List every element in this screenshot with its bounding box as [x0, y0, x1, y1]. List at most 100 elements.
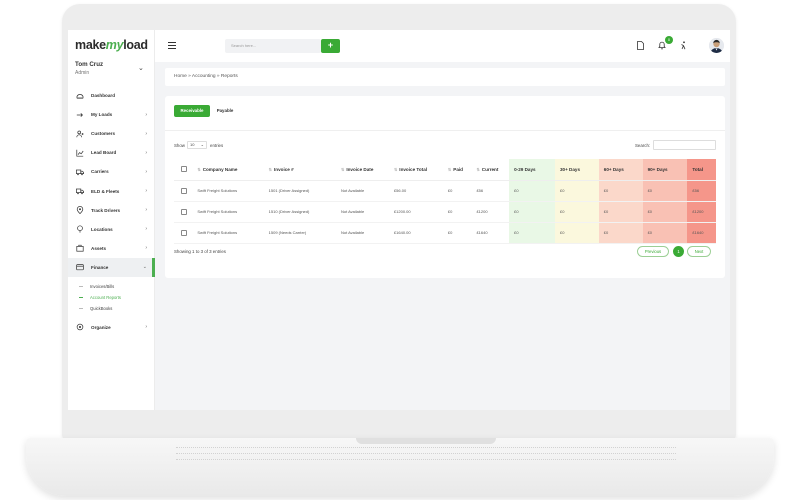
accessibility-icon[interactable]: [679, 40, 689, 51]
sidebar-item-customers[interactable]: Customers ›: [68, 124, 155, 143]
table-row[interactable]: Swift Freight Solutions 1501 (Driver Ass…: [174, 180, 716, 202]
sidebar-item-assets[interactable]: Assets ›: [68, 239, 155, 258]
page-1-button[interactable]: 1: [673, 246, 684, 257]
table-cell: £0: [509, 180, 555, 202]
row-select-cell: [174, 180, 193, 202]
sidebar-item-label: Assets: [91, 245, 107, 251]
sidebar-item-label: Carriers: [91, 169, 109, 175]
logo[interactable]: makemyload: [75, 38, 148, 52]
column-header[interactable]: ⇅ Paid: [442, 159, 472, 181]
table-cell: £0: [509, 201, 555, 223]
sidebar-item-eld-fleets[interactable]: ELD & Fleets ›: [68, 181, 155, 200]
chevron-down-icon: ⌄: [200, 142, 204, 147]
column-header[interactable]: 90+ Days: [642, 159, 688, 181]
search-input[interactable]: Search here...: [225, 39, 321, 53]
sidebar-item-dashboard[interactable]: Dashboard: [68, 86, 155, 105]
table-row[interactable]: Swift Freight Solutions 1510 (Driver Ass…: [174, 201, 716, 223]
sidebar-item-label: My Loads: [91, 112, 113, 118]
notification-count-badge: 0: [665, 36, 673, 44]
add-button[interactable]: +: [321, 39, 340, 53]
select-all-checkbox[interactable]: [181, 166, 187, 173]
column-header-label: Invoice #: [274, 166, 294, 172]
chevron-right-icon: ›: [145, 245, 147, 252]
table-cell: Not Available: [335, 180, 389, 202]
table-header-row: ⇅ Company Name ⇅ Invoice # ⇅ Invoice Date ⇅…: [174, 159, 716, 181]
tab-payable[interactable]: Payable: [212, 105, 238, 117]
column-header[interactable]: ⇅ Invoice Date: [335, 159, 389, 181]
sidebar-item-track-drivers[interactable]: Track Drivers ›: [68, 201, 155, 220]
row-checkbox[interactable]: [181, 208, 187, 215]
sidebar-subitem-label: QuickBooks: [90, 305, 113, 311]
table-cell: £0: [554, 201, 599, 223]
hamburger-menu-icon[interactable]: [168, 42, 176, 51]
table-cell: Not Available: [335, 222, 389, 244]
column-header[interactable]: ⇅ Company Name: [192, 159, 264, 181]
sidebar-nav: Dashboard My Loads › Customers › Lead Bo…: [68, 86, 155, 337]
chevron-right-icon: ›: [145, 168, 147, 175]
page-size-select[interactable]: 10 ⌄: [187, 141, 207, 149]
sidebar-item-lead-board[interactable]: Lead Board ›: [68, 143, 155, 162]
page-size-value: 10: [190, 142, 195, 147]
sidebar-item-carriers[interactable]: Carriers ›: [68, 162, 155, 181]
document-icon[interactable]: [635, 40, 645, 51]
row-checkbox[interactable]: [181, 187, 187, 194]
column-header[interactable]: 60+ Days: [598, 159, 643, 181]
table-cell: £1200.00: [388, 201, 443, 223]
previous-page-button[interactable]: Previous: [637, 246, 669, 257]
table-cell: Not Available: [335, 201, 389, 223]
table-cell: £0: [442, 180, 472, 202]
table-search-label: Search:: [635, 143, 651, 148]
sidebar-item-organize[interactable]: Organize ›: [68, 318, 155, 337]
fleet-icon: [76, 187, 84, 195]
user-menu-chevron-icon[interactable]: ⌄: [138, 64, 144, 72]
sort-icon: ⇅: [447, 166, 452, 172]
sidebar-item-label: Dashboard: [91, 93, 115, 99]
keyboard-row: [176, 459, 676, 465]
table-cell: Swift Freight Solutions: [192, 222, 264, 244]
sidebar-item-locations[interactable]: Locations ›: [68, 220, 155, 239]
column-header[interactable]: Total: [687, 159, 716, 181]
sidebar-subitem-quickbooks[interactable]: QuickBooks: [68, 303, 155, 314]
sort-icon: ⇅: [197, 166, 201, 172]
sidebar-item-finance[interactable]: Finance ⌄: [68, 257, 155, 278]
laptop-notch: [356, 438, 496, 444]
column-header-label: Company Name: [202, 166, 238, 172]
column-header[interactable]: ⇅ Invoice #: [263, 159, 336, 181]
dashboard-icon: [76, 92, 84, 100]
select-all-header: [174, 159, 193, 181]
column-header-label: Invoice Total: [399, 166, 428, 172]
table-cell: £0: [598, 201, 643, 223]
table-row[interactable]: Swift Freight Solutions 1509 (Needs Carr…: [174, 222, 716, 244]
map-pin-icon: [76, 225, 84, 233]
column-header-label: Paid: [453, 166, 463, 172]
sidebar-item-label: Track Drivers: [91, 207, 121, 213]
row-checkbox[interactable]: [181, 229, 187, 236]
table-cell: 1510 (Driver Assigned): [263, 201, 336, 223]
sidebar-item-label: Lead Board: [91, 150, 117, 156]
sidebar-item-label: Customers: [91, 131, 115, 137]
chevron-right-icon: ›: [145, 188, 147, 195]
logo-text-my: my: [105, 38, 124, 52]
next-page-button[interactable]: Next: [687, 246, 711, 257]
sidebar-subitem-account-reports[interactable]: Account Reports: [68, 292, 155, 303]
bullet-dash: [79, 296, 83, 298]
table-cell: £56.00: [388, 180, 443, 202]
avatar[interactable]: [709, 38, 724, 53]
table-cell: £0: [442, 201, 472, 223]
column-header-label: 0-29 Days: [514, 166, 536, 172]
breadcrumb: Home » Accounting » Reports: [165, 68, 725, 86]
tab-receivable[interactable]: Receivable: [174, 105, 210, 117]
sidebar-item-my-loads[interactable]: My Loads ›: [68, 105, 155, 124]
column-header[interactable]: 30+ Days: [554, 159, 599, 181]
column-header[interactable]: ⇅ Invoice Total: [388, 159, 443, 181]
sort-icon: ⇅: [393, 166, 398, 172]
truck-arrow-icon: [76, 111, 84, 119]
table-cell: £0: [554, 180, 599, 202]
column-header[interactable]: ⇅ Current: [471, 159, 510, 181]
table-search-input[interactable]: [653, 140, 716, 150]
sidebar-subitem-invoices-bills[interactable]: Invoices/Bills: [68, 281, 155, 292]
column-header[interactable]: 0-29 Days: [509, 159, 555, 181]
table-cell: Swift Freight Solutions: [192, 180, 264, 202]
sidebar: makemyload Tom Cruz Admin ⌄ Dashboard My…: [68, 30, 155, 410]
chart-line-icon: [76, 149, 84, 157]
